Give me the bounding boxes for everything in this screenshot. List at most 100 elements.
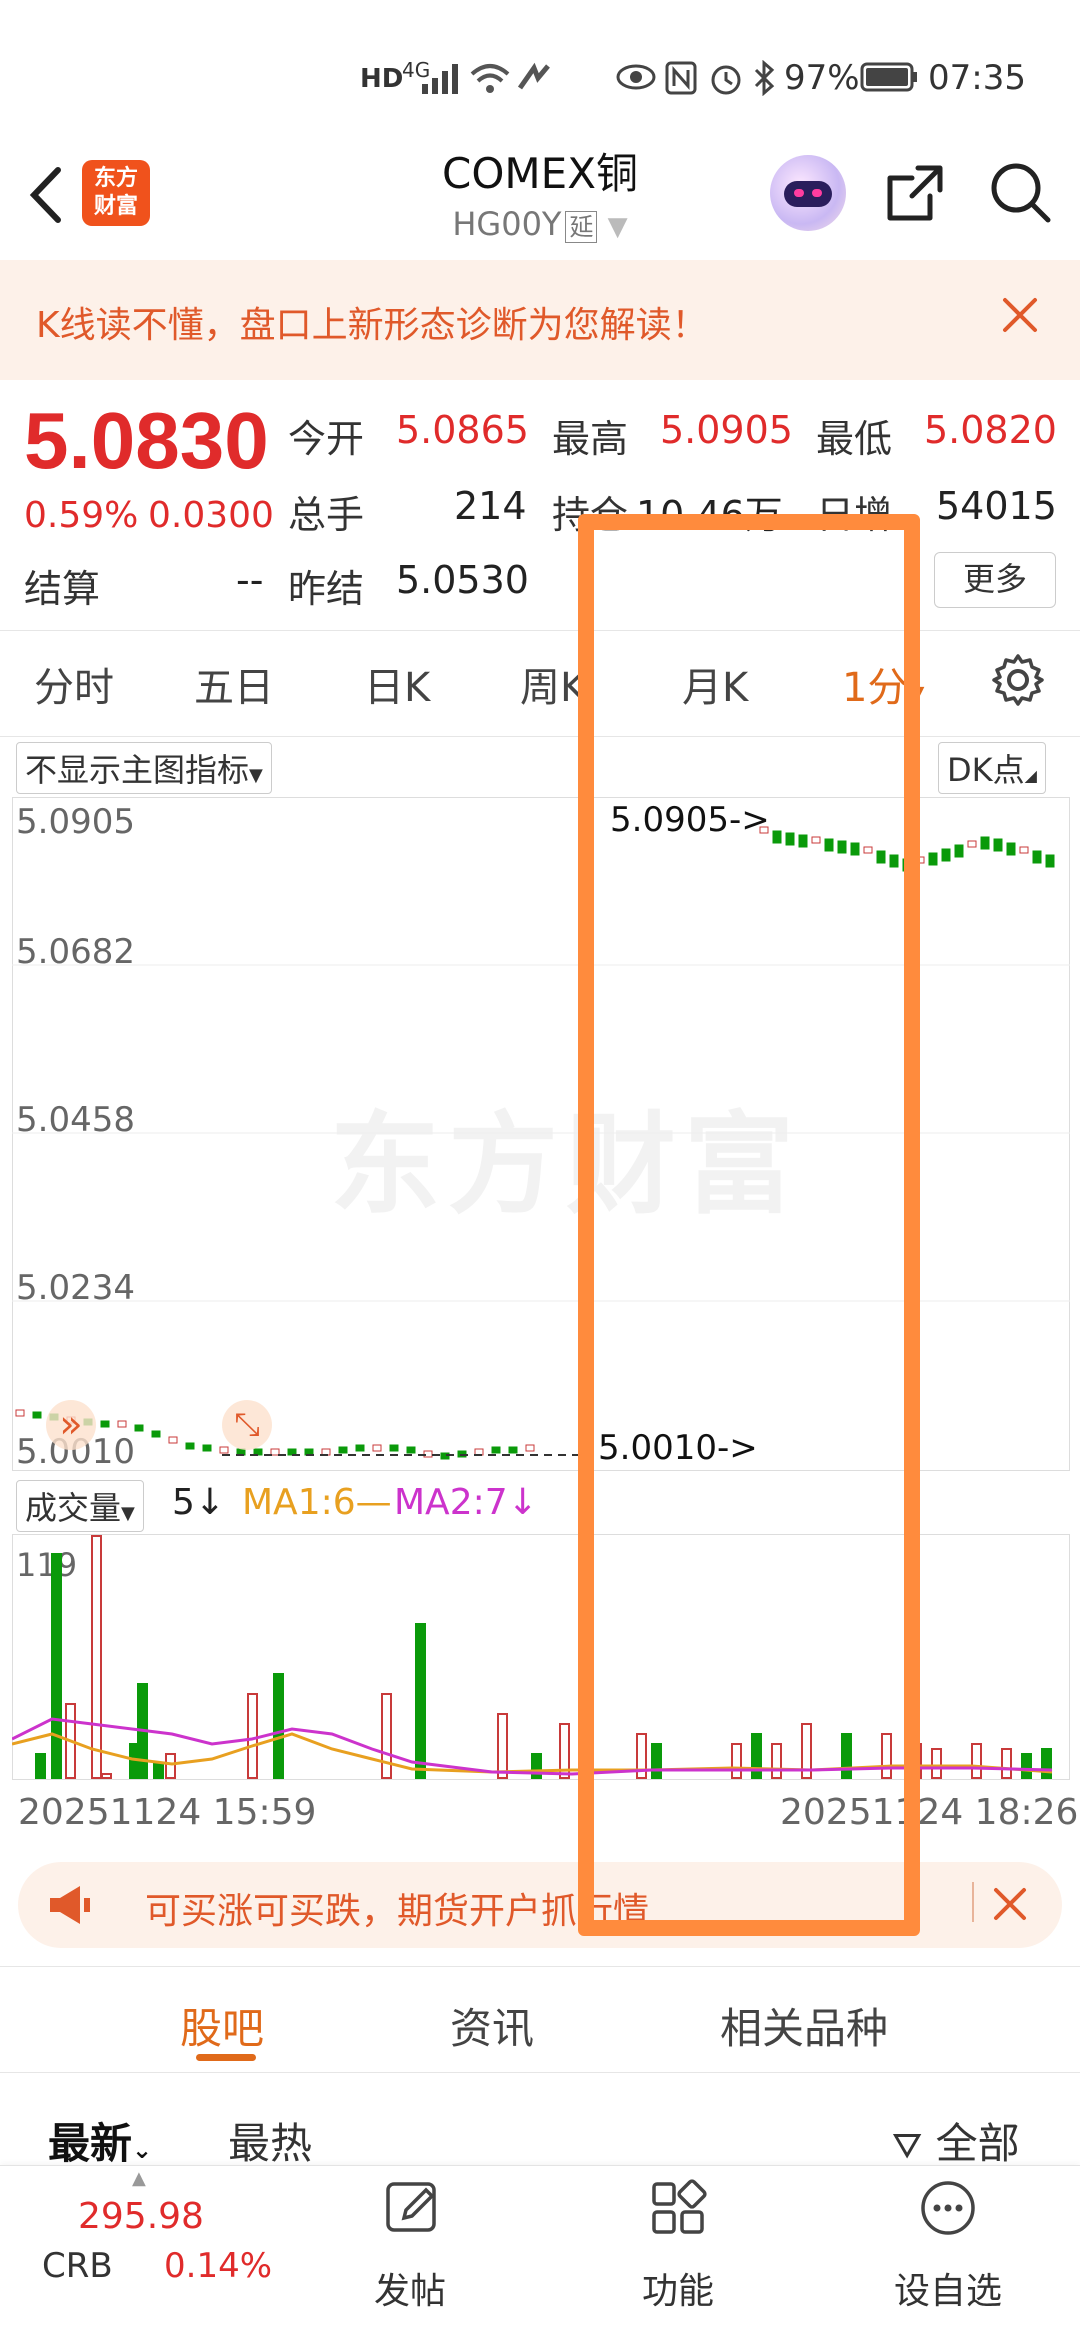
more-options-icon[interactable]: [918, 2178, 978, 2238]
volume-bar: [1001, 1748, 1012, 1779]
sort-latest[interactable]: 最新⌄: [48, 2110, 152, 2171]
volume-bar: [165, 1753, 176, 1779]
contract-code[interactable]: HG00Y 延 ▼: [340, 205, 740, 243]
banner-text[interactable]: K线读不懂，盘口上新形态诊断为您解读！: [36, 296, 708, 348]
volume-bar: [51, 1553, 62, 1779]
promo-text[interactable]: 可买涨可买跌，期货开户抓行情: [145, 1882, 649, 1934]
tab-related[interactable]: 相关品种: [720, 1995, 888, 2056]
crb-change[interactable]: 0.14%: [164, 2246, 272, 2286]
volume-bar: [931, 1748, 942, 1779]
candle: [928, 852, 938, 866]
tab-daily-k[interactable]: 日K: [364, 655, 430, 713]
candle: [406, 1446, 416, 1454]
candle: [32, 1411, 42, 1419]
crb-value[interactable]: 295.98: [78, 2196, 204, 2237]
alarm-icon: [711, 65, 741, 95]
candle: [980, 836, 990, 850]
megaphone-icon: [50, 1886, 90, 1924]
page-title: COMEX铜: [442, 149, 638, 198]
indicator-select[interactable]: 不显示主图指标▼: [16, 742, 272, 794]
volume-bar: [1021, 1753, 1032, 1779]
volume-period: 5↓: [172, 1482, 226, 1523]
prev-settle-label: 昨结: [288, 567, 365, 611]
volume-bar: [415, 1623, 426, 1779]
candle: [558, 1454, 566, 1456]
low-value: 5.0820: [924, 408, 1057, 452]
candle: [488, 1454, 496, 1456]
filter-button[interactable]: ⛛ 全部: [892, 2110, 1020, 2171]
caret-corner-icon: ◢: [1024, 766, 1037, 785]
sort-hot[interactable]: 最热: [228, 2110, 312, 2171]
expand-icon[interactable]: ⤡: [222, 1400, 272, 1450]
ai-assistant-icon[interactable]: [770, 155, 846, 231]
candle: [334, 1454, 342, 1456]
candle: [338, 1446, 348, 1454]
candle: [516, 1454, 524, 1456]
edit-post-icon[interactable]: [382, 2178, 442, 2238]
settings-gear-icon[interactable]: [990, 652, 1046, 708]
change-value: 0.0300: [148, 495, 274, 536]
nav-function[interactable]: 功能: [608, 2262, 748, 2314]
battery-percent: 97%: [784, 58, 860, 98]
candle: [117, 1420, 127, 1428]
volume-bar: [91, 1535, 102, 1779]
dk-select-label: DK点: [947, 751, 1025, 789]
share-icon[interactable]: [882, 160, 948, 226]
candle: [168, 1436, 178, 1444]
prev-settle-value: 5.0530: [396, 558, 529, 602]
high-value: 5.0905: [660, 408, 793, 452]
chevron-down-icon: ⌄: [132, 2136, 153, 2164]
more-button[interactable]: 更多: [934, 552, 1056, 608]
candle: [390, 1454, 398, 1456]
volume-value: 214: [454, 484, 527, 528]
tab-five-day[interactable]: 五日: [194, 655, 274, 713]
volume-bar: [971, 1743, 982, 1779]
candle: [1019, 846, 1029, 854]
candle: [355, 1444, 365, 1452]
volume-select[interactable]: 成交量▼: [16, 1480, 144, 1532]
wifi-icon: [470, 64, 510, 93]
hd-icon: HD: [360, 64, 404, 94]
sort-latest-label: 最新: [48, 2119, 133, 2168]
crb-name[interactable]: CRB: [42, 2246, 113, 2286]
volume-bar: [101, 1773, 112, 1779]
candle: [474, 1454, 482, 1456]
app-logo: 东方 财富: [82, 160, 150, 226]
nav-post[interactable]: 发帖: [340, 2262, 480, 2314]
search-icon[interactable]: [988, 160, 1054, 226]
eye-icon: [616, 64, 656, 90]
nav-watchlist[interactable]: 设自选: [878, 2262, 1018, 2314]
candle: [1006, 842, 1016, 856]
caret-down-icon: ▼: [121, 1503, 135, 1524]
tab-weekly-k[interactable]: 周K: [520, 655, 586, 713]
clock: 07:35: [928, 58, 1026, 98]
filter-icon: ⛛: [892, 2126, 923, 2167]
annotation-highlight-box: [578, 514, 920, 1936]
volume-bar: [1041, 1748, 1052, 1779]
candle: [15, 1409, 25, 1417]
delay-badge: 延: [565, 211, 598, 243]
caret-up-icon: ▲: [132, 2168, 146, 2189]
hotspot-icon: [517, 62, 550, 90]
candle: [544, 1454, 552, 1456]
candle: [967, 840, 977, 848]
candle: [100, 1420, 110, 1428]
tab-news[interactable]: 资讯: [450, 1995, 534, 2056]
grid-function-icon[interactable]: [648, 2178, 708, 2238]
contract-code-text: HG00Y: [452, 205, 562, 243]
close-icon[interactable]: [990, 1884, 1030, 1924]
high-label: 最高: [552, 417, 629, 461]
back-arrow-icon[interactable]: [22, 160, 72, 230]
close-icon[interactable]: [995, 290, 1045, 340]
ma1-legend: MA1:6—: [242, 1482, 392, 1523]
chevron-down-icon: ▼: [607, 212, 628, 242]
filter-label: 全部: [935, 2119, 1020, 2168]
fast-forward-icon[interactable]: »: [46, 1400, 96, 1450]
candle: [264, 1454, 272, 1456]
candle: [320, 1454, 328, 1456]
tab-forum[interactable]: 股吧: [180, 1995, 264, 2056]
tab-intraday[interactable]: 分时: [34, 655, 114, 713]
dk-select[interactable]: DK点◢: [938, 742, 1046, 794]
candle: [151, 1430, 161, 1438]
volume-label: 总手: [288, 493, 365, 537]
